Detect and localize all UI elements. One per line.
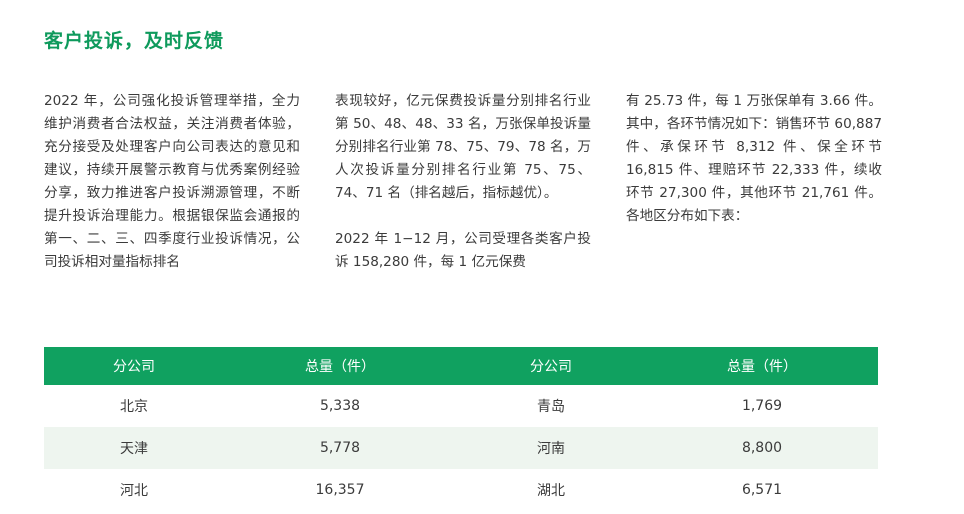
paragraph: 表现较好，亿元保费投诉量分别排名行业第 50、48、48、33 名，万张保单投诉…	[335, 93, 591, 201]
total-cell: 5,778	[224, 427, 456, 469]
total-cell: 1,769	[741, 398, 783, 414]
total-cell: 6,571	[741, 482, 783, 498]
branch-cell: 北京	[120, 399, 148, 415]
total-cell: 8,800	[646, 427, 878, 469]
paragraph: 2022 年，公司强化投诉管理举措，全力维护消费者合法权益，关注消费者体验，充分…	[44, 93, 300, 270]
branch-cell: 河南	[456, 427, 646, 469]
branch-cell: 天津	[44, 427, 224, 469]
table-header-row: 分公司 总量（件） 分公司 总量（件）	[44, 347, 878, 385]
text-column-1: 2022 年，公司强化投诉管理举措，全力维护消费者合法权益，关注消费者体验，充分…	[44, 90, 300, 274]
header-branch: 分公司	[44, 347, 224, 385]
header-total: 总量（件）	[646, 347, 878, 385]
text-column-3: 有 25.73 件，每 1 万张保单有 3.66 件。其中，各环节情况如下：销售…	[626, 90, 882, 228]
table-row: 北京 5,338 青岛 1,769	[44, 385, 878, 427]
branch-cell: 湖北	[537, 483, 565, 499]
section-heading: 客户投诉，及时反馈	[44, 30, 225, 52]
text-column-2: 表现较好，亿元保费投诉量分别排名行业第 50、48、48、33 名，万张保单投诉…	[335, 90, 591, 274]
branch-cell: 河北	[120, 483, 148, 499]
branch-cell: 青岛	[537, 399, 565, 415]
total-cell: 16,357	[315, 482, 365, 498]
paragraph: 有 25.73 件，每 1 万张保单有 3.66 件。其中，各环节情况如下：销售…	[626, 93, 882, 224]
total-cell: 5,338	[319, 398, 361, 414]
header-branch: 分公司	[456, 347, 646, 385]
complaints-table: 分公司 总量（件） 分公司 总量（件） 北京 5,338 青岛 1,769 天津…	[44, 347, 878, 511]
table-row: 河北 16,357 湖北 6,571	[44, 469, 878, 511]
table-row: 天津 5,778 河南 8,800	[44, 427, 878, 469]
paragraph: 2022 年 1−12 月，公司受理各类客户投诉 158,280 件，每 1 亿…	[335, 231, 591, 270]
header-total: 总量（件）	[224, 347, 456, 385]
